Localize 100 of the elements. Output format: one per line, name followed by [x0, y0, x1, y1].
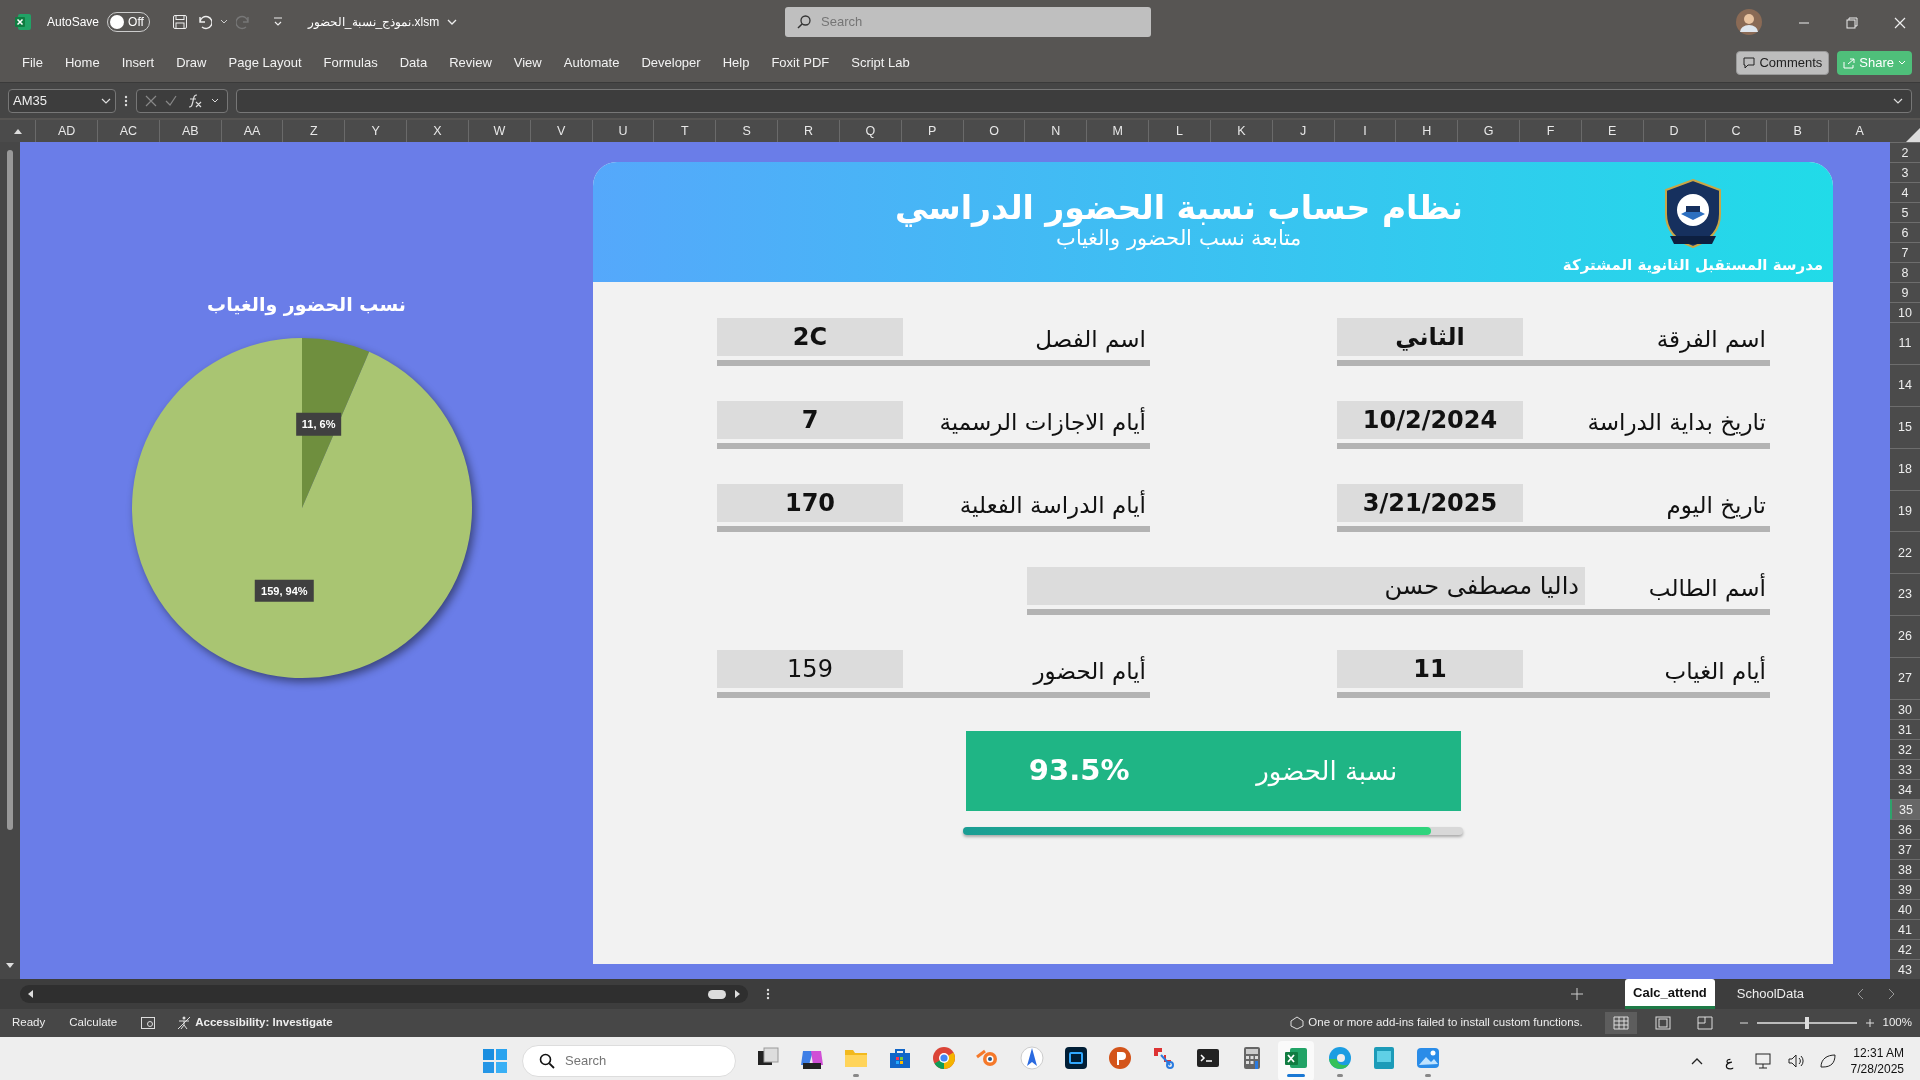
row-header[interactable]: 10	[1890, 302, 1920, 322]
grid-icon[interactable]	[1612, 1016, 1629, 1031]
row-header[interactable]: 23	[1890, 573, 1920, 616]
ribbon-tab[interactable]: Data	[399, 51, 428, 75]
row-header[interactable]: 26	[1890, 615, 1920, 658]
ribbon-tab[interactable]: Formulas	[323, 51, 378, 75]
calculate-button[interactable]: Calculate	[69, 1014, 118, 1032]
volume-icon[interactable]	[1786, 1053, 1805, 1069]
accessibility-icon[interactable]	[177, 1016, 192, 1030]
ribbon-tab[interactable]: Foxit PDF	[771, 51, 830, 75]
row-header[interactable]: 31	[1890, 719, 1920, 739]
sheet-tab[interactable]: SchoolData	[1728, 978, 1812, 1010]
more-icon[interactable]	[124, 94, 128, 107]
normal-view-button[interactable]	[1604, 1012, 1637, 1034]
row-header[interactable]: 37	[1890, 839, 1920, 859]
excel-logo-icon	[15, 14, 31, 30]
row-header[interactable]: 11	[1890, 322, 1920, 364]
row-header[interactable]: 27	[1890, 657, 1920, 699]
field-label: اسم الفصل	[1035, 324, 1147, 355]
field-label: أيام الغياب	[1664, 655, 1767, 687]
row-header[interactable]: 3	[1890, 162, 1920, 182]
row-header[interactable]: 32	[1890, 739, 1920, 759]
ribbon-tab[interactable]: Developer	[641, 51, 701, 75]
ribbon-tab[interactable]: Page Layout	[228, 51, 302, 75]
row-header[interactable]: 6	[1890, 222, 1920, 242]
sheet-tab[interactable]: Calc_attend	[1625, 978, 1715, 1010]
clock-date[interactable]: 7/28/2025	[1850, 1061, 1904, 1078]
school-crest-icon	[1662, 177, 1724, 250]
network-icon[interactable]	[1754, 1053, 1773, 1069]
comments-button[interactable]: Comments	[1736, 51, 1830, 75]
zoom-level[interactable]: 100%	[1882, 1014, 1912, 1032]
tab-left-icon[interactable]	[1856, 988, 1864, 1000]
scroll-left-icon[interactable]	[26, 989, 34, 999]
row-header[interactable]: 18	[1890, 447, 1920, 490]
language-indicator[interactable]: ع	[1724, 1050, 1733, 1072]
search-input[interactable]: Search	[819, 11, 1119, 33]
row-header[interactable]: 14	[1890, 363, 1920, 406]
page-icon[interactable]	[1654, 1016, 1671, 1031]
scroll-right-icon[interactable]	[734, 989, 742, 999]
redo-icon	[235, 14, 252, 30]
formula-controls[interactable]	[136, 88, 228, 113]
ribbon-tab[interactable]: Automate	[563, 51, 620, 75]
tab-right-icon[interactable]	[1888, 988, 1896, 1000]
row-header[interactable]: 9	[1890, 282, 1920, 302]
row-header[interactable]: 42	[1890, 939, 1920, 959]
row-header[interactable]: 30	[1890, 699, 1920, 719]
row-header[interactable]: 15	[1890, 405, 1920, 448]
ribbon-tab[interactable]: Review	[449, 51, 492, 75]
row-header[interactable]: 40	[1890, 899, 1920, 919]
scroll-thumb[interactable]	[708, 989, 726, 999]
battery-leaf-icon[interactable]	[1818, 1053, 1837, 1069]
ribbon-tab[interactable]: View	[513, 51, 542, 75]
more-icon[interactable]	[766, 988, 770, 1000]
caret-icon[interactable]	[219, 18, 228, 26]
row-header[interactable]: 7	[1890, 242, 1920, 262]
file-name[interactable]: نموذج_نسبة_الحضور.xlsm	[307, 13, 440, 31]
ribbon-tab[interactable]: Draw	[176, 51, 207, 75]
accessibility-status[interactable]: Accessibility: Investigate	[195, 1014, 333, 1032]
row-header[interactable]: 5	[1890, 202, 1920, 222]
ribbon-tab[interactable]: Insert	[121, 51, 155, 75]
save-icon[interactable]	[171, 14, 188, 30]
search-bar[interactable]: Search	[785, 7, 1151, 37]
horizontal-scrollbar[interactable]	[20, 985, 748, 1003]
row-header[interactable]: 22	[1890, 531, 1920, 574]
zoom-in-icon[interactable]	[1864, 1018, 1875, 1028]
chevron-up-icon[interactable]	[1690, 1057, 1703, 1065]
ribbon-tab[interactable]: File	[22, 51, 43, 75]
scroll-up-icon[interactable]	[12, 127, 23, 135]
close-icon[interactable]	[1894, 16, 1906, 29]
restore-icon[interactable]	[1846, 16, 1858, 29]
row-header[interactable]: 36	[1890, 819, 1920, 839]
taskbar-search-input[interactable]: Search	[563, 1050, 713, 1072]
taskbar-search-field[interactable]: Search	[522, 1045, 736, 1077]
clock-time[interactable]: 12:31 AM	[1853, 1044, 1904, 1061]
row-header[interactable]: 35	[1890, 799, 1920, 819]
avatar-icon[interactable]	[1736, 9, 1762, 35]
ribbon-tab[interactable]: Script Lab	[851, 51, 910, 75]
row-header[interactable]: 38	[1890, 859, 1920, 879]
add-sheet-icon[interactable]	[1571, 988, 1584, 1000]
ribbon-tab[interactable]: Help	[722, 51, 750, 75]
chevron-icon[interactable]	[447, 17, 458, 27]
formula-input[interactable]	[236, 88, 1912, 113]
page-split-icon[interactable]	[1696, 1016, 1713, 1031]
start-icon[interactable]	[482, 1048, 508, 1074]
row-header[interactable]: 4	[1890, 182, 1920, 202]
row-header[interactable]: 33	[1890, 759, 1920, 779]
row-header[interactable]: 19	[1890, 489, 1920, 532]
row-header[interactable]: 39	[1890, 879, 1920, 899]
school-name: مدرسة المستقبل الثانوية المشتركة	[1562, 254, 1824, 276]
row-header[interactable]: 41	[1890, 919, 1920, 939]
macro-icon[interactable]	[141, 1017, 156, 1029]
row-header[interactable]: 8	[1890, 262, 1920, 282]
customize-icon[interactable]	[271, 16, 284, 28]
name-box[interactable]: AM35	[8, 88, 116, 113]
ribbon-tab[interactable]: Home	[64, 51, 100, 75]
vertical-scrollbar[interactable]	[7, 150, 13, 830]
field-value: 2C	[717, 318, 903, 356]
excel-icon[interactable]	[1278, 1041, 1314, 1080]
chevron-icon[interactable]	[211, 96, 219, 105]
row-header[interactable]: 2	[1890, 142, 1920, 162]
